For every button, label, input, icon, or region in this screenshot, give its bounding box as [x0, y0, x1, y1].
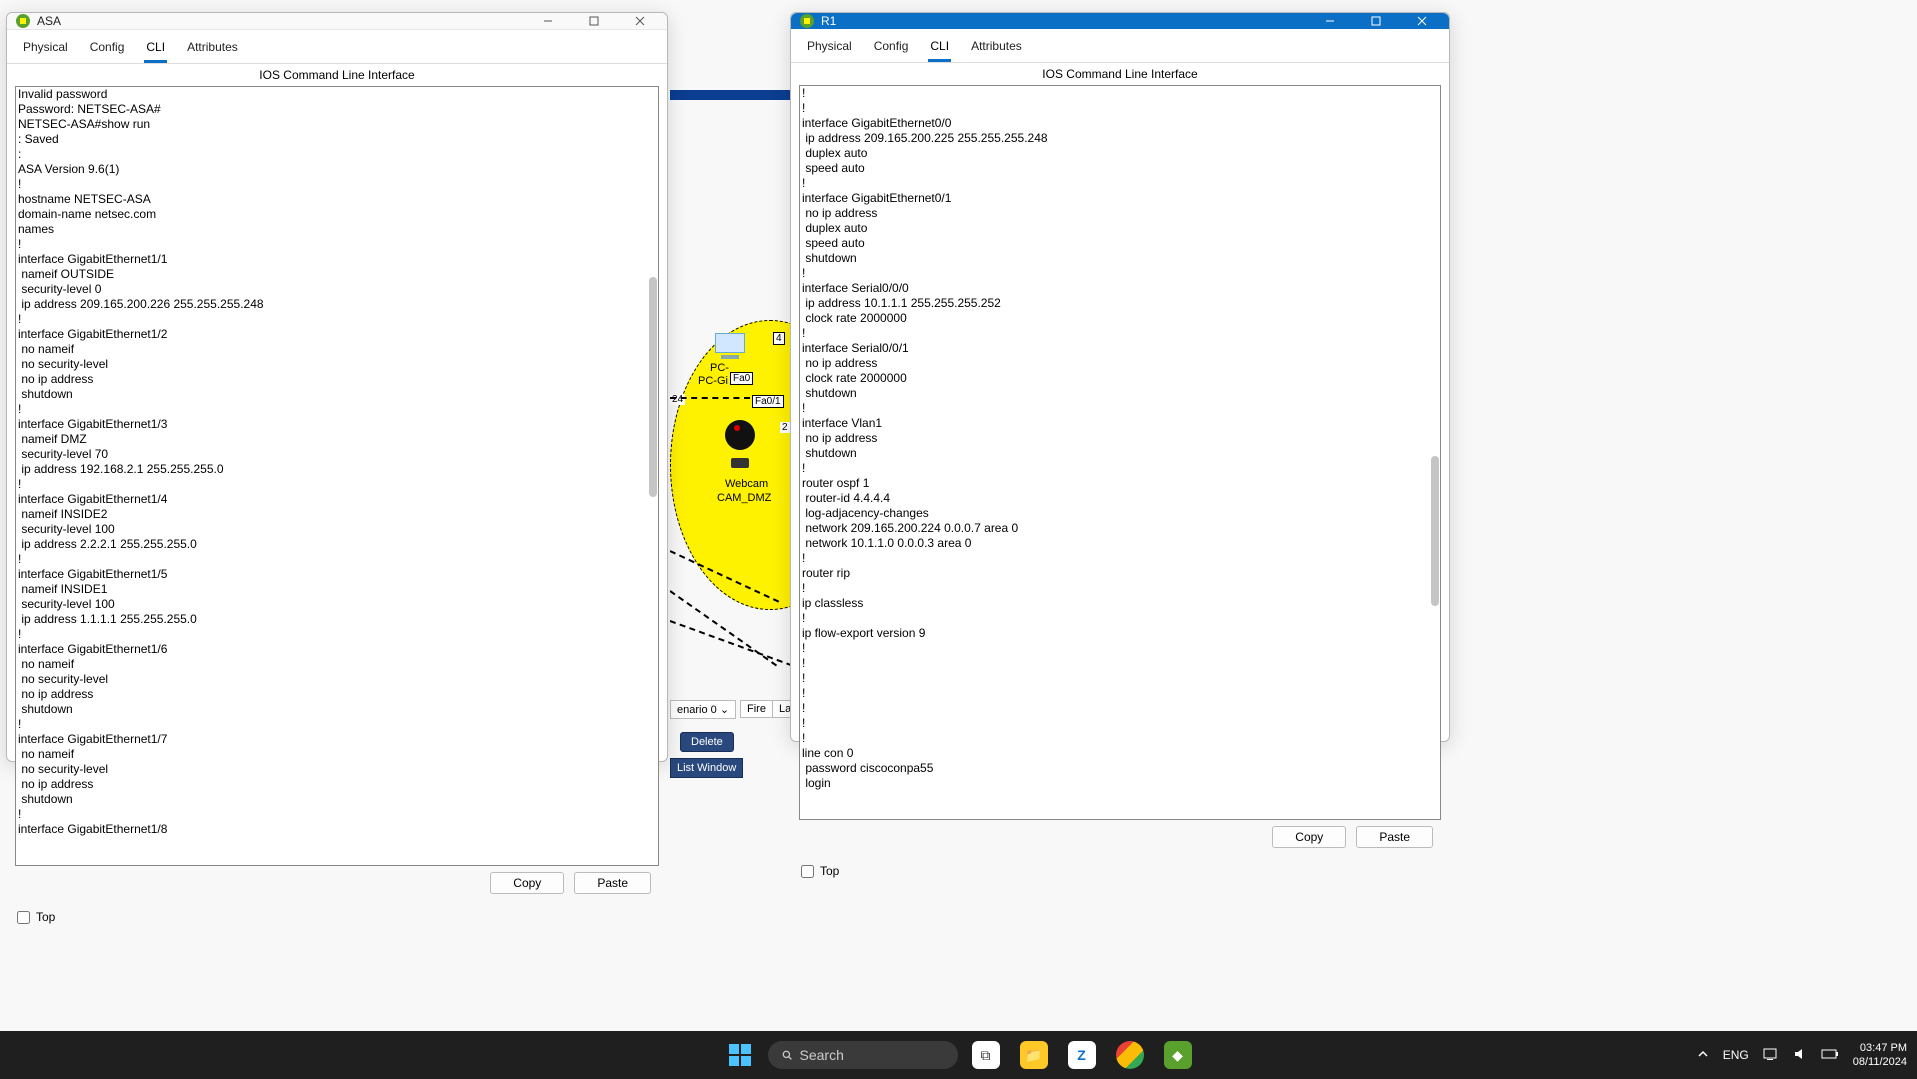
minimize-button[interactable] [525, 13, 571, 29]
tab-physical[interactable]: Physical [805, 35, 854, 62]
tab-physical[interactable]: Physical [21, 36, 70, 63]
search-icon [782, 1050, 792, 1060]
asa-title: ASA [37, 14, 525, 28]
port-fa0: Fa0 [730, 372, 753, 385]
taskbar-app-1[interactable]: ⧉ [966, 1035, 1006, 1075]
r1-cli-subtitle: IOS Command Line Interface [791, 63, 1449, 83]
webcam-icon[interactable] [725, 420, 765, 460]
maximize-button[interactable] [1353, 13, 1399, 29]
close-button[interactable] [1399, 13, 1445, 29]
file-explorer-icon[interactable]: 📁 [1014, 1035, 1054, 1075]
webcam-label: Webcam [725, 478, 768, 490]
asa-paste-button[interactable]: Paste [574, 872, 651, 894]
asa-scrollbar[interactable] [644, 87, 658, 865]
tab-attributes[interactable]: Attributes [969, 35, 1024, 62]
system-tray: ENG 03:47 PM 08/11/2024 [1697, 1041, 1907, 1069]
list-window-button[interactable]: List Window [670, 758, 743, 778]
asa-cli-text: Invalid password Password: NETSEC-ASA# N… [18, 87, 264, 836]
minimize-button[interactable] [1307, 13, 1353, 29]
r1-top-checkbox[interactable] [801, 865, 814, 878]
asa-top-checkbox[interactable] [17, 911, 30, 924]
tab-cli[interactable]: CLI [928, 35, 951, 62]
camdmz-label: CAM_DMZ [717, 492, 771, 504]
network-icon[interactable] [1763, 1047, 1779, 1064]
maximize-button[interactable] [571, 13, 617, 29]
windows-taskbar: Search ⧉ 📁 Z ◆ ENG 03:47 PM 08/11/2024 [0, 1031, 1917, 1079]
tab-config[interactable]: Config [872, 35, 911, 62]
r1-cli-terminal[interactable]: ! ! interface GigabitEthernet0/0 ip addr… [799, 85, 1441, 820]
tab-config[interactable]: Config [88, 36, 127, 63]
delete-button[interactable]: Delete [680, 732, 734, 752]
search-placeholder: Search [800, 1047, 844, 1063]
r1-title: R1 [821, 14, 1307, 28]
taskbar-search[interactable]: Search [768, 1041, 958, 1069]
r1-top-label: Top [820, 864, 839, 878]
net-2: 2 [780, 422, 790, 433]
r1-scrollbar[interactable] [1426, 86, 1440, 819]
pt-canvas-strip: PC- PC-Gi Fa0 Fa0/1 24 4 2 Webcam CAM_DM… [670, 90, 790, 770]
r1-window: R1 Physical Config CLI Attributes IOS Co… [790, 12, 1450, 742]
r1-titlebar[interactable]: R1 [791, 13, 1449, 29]
pt-banner [670, 90, 790, 100]
fire-col: Fire [740, 700, 773, 718]
volume-icon[interactable] [1793, 1047, 1807, 1064]
scenario-dropdown[interactable]: enario 0 ⌄ [670, 700, 736, 719]
net-4: 4 [773, 332, 785, 345]
chrome-icon[interactable] [1110, 1035, 1150, 1075]
pc-icon[interactable] [715, 333, 745, 359]
pt-app-icon [15, 13, 31, 29]
asa-cli-terminal[interactable]: Invalid password Password: NETSEC-ASA# N… [15, 86, 659, 866]
r1-tabs: Physical Config CLI Attributes [791, 29, 1449, 63]
r1-copy-button[interactable]: Copy [1272, 826, 1346, 848]
start-button[interactable] [720, 1035, 760, 1075]
battery-icon[interactable] [1821, 1048, 1839, 1063]
r1-paste-button[interactable]: Paste [1356, 826, 1433, 848]
asa-tabs: Physical Config CLI Attributes [7, 30, 667, 64]
pc-label: PC- [710, 362, 729, 374]
r1-cli-text: ! ! interface GigabitEthernet0/0 ip addr… [802, 86, 1048, 790]
language-indicator[interactable]: ENG [1723, 1048, 1749, 1062]
asa-window: ASA Physical Config CLI Attributes IOS C… [6, 12, 668, 762]
asa-copy-button[interactable]: Copy [490, 872, 564, 894]
clock-date: 08/11/2024 [1853, 1055, 1907, 1069]
net-24: 24 [670, 394, 685, 405]
asa-top-label: Top [36, 910, 55, 924]
clock-time: 03:47 PM [1853, 1041, 1907, 1055]
pcg-label: PC-Gi [698, 375, 728, 387]
pt-bottom-controls: enario 0 ⌄ Fire Las Delete List Window [670, 695, 790, 765]
tray-overflow-icon[interactable] [1697, 1048, 1709, 1063]
asa-cli-subtitle: IOS Command Line Interface [7, 64, 667, 84]
chevron-down-icon: ⌄ [720, 704, 729, 716]
zalo-icon[interactable]: Z [1062, 1035, 1102, 1075]
close-button[interactable] [617, 13, 663, 29]
pt-app-icon [799, 13, 815, 29]
windows-logo-icon [729, 1044, 751, 1066]
port-fa01: Fa0/1 [752, 395, 784, 408]
packet-tracer-icon[interactable]: ◆ [1158, 1035, 1198, 1075]
dmz-zone [670, 320, 790, 610]
taskbar-clock[interactable]: 03:47 PM 08/11/2024 [1853, 1041, 1907, 1069]
tab-cli[interactable]: CLI [144, 36, 167, 63]
tab-attributes[interactable]: Attributes [185, 36, 240, 63]
asa-titlebar[interactable]: ASA [7, 13, 667, 30]
